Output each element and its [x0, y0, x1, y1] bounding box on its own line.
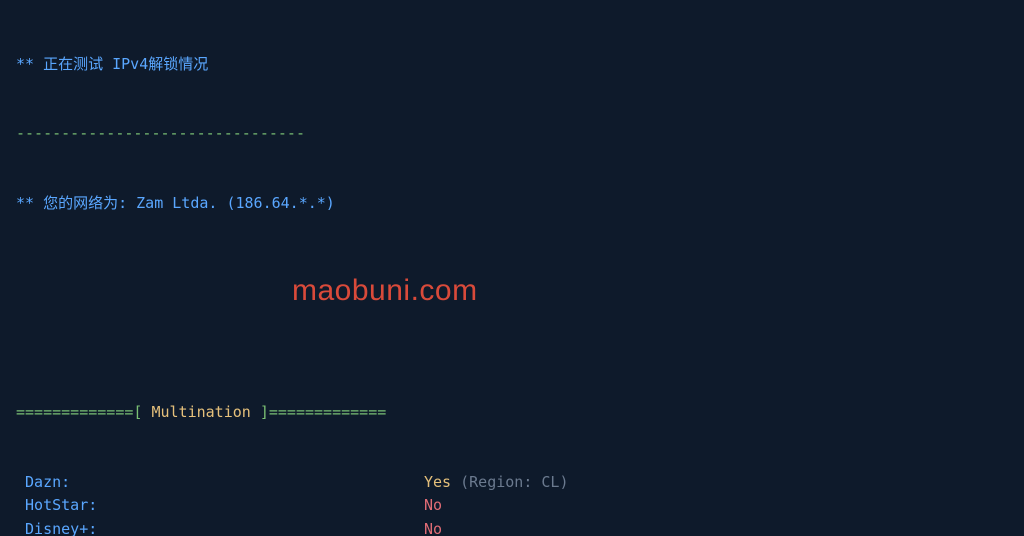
result-value: No: [424, 494, 442, 517]
network-value: Zam Ltda. (186.64.*.*): [136, 194, 335, 212]
section-divider-prefix: =============[: [16, 403, 151, 421]
result-value-segment: Yes: [424, 473, 460, 491]
section-divider-suffix: ]=============: [251, 403, 386, 421]
result-value-segment: No: [424, 520, 442, 536]
result-value-segment: No: [424, 496, 442, 514]
network-line: ** 您的网络为: Zam Ltda. (186.64.*.*): [16, 192, 1008, 215]
result-label: Disney+:: [16, 518, 424, 536]
result-row: HotStar:No: [16, 494, 1008, 517]
network-prefix: ** 您的网络为:: [16, 194, 136, 212]
section-title: Multination: [151, 403, 250, 421]
terminal-output: ** 正在测试 IPv4解锁情况 -----------------------…: [0, 0, 1024, 536]
result-value-segment: (Region: CL): [460, 473, 568, 491]
result-label: HotStar:: [16, 494, 424, 517]
result-value: No: [424, 518, 442, 536]
divider-top: --------------------------------: [16, 122, 1008, 145]
result-row: Dazn:Yes (Region: CL): [16, 471, 1008, 494]
blank-line: [16, 262, 1008, 285]
result-value: Yes (Region: CL): [424, 471, 569, 494]
testing-header: ** 正在测试 IPv4解锁情况: [16, 53, 1008, 76]
result-rows: Dazn:Yes (Region: CL) HotStar:No Disney+…: [16, 471, 1008, 536]
section-divider: =============[ Multination ]============…: [16, 401, 1008, 424]
result-row: Disney+:No: [16, 518, 1008, 536]
result-label: Dazn:: [16, 471, 424, 494]
blank-line: [16, 332, 1008, 355]
